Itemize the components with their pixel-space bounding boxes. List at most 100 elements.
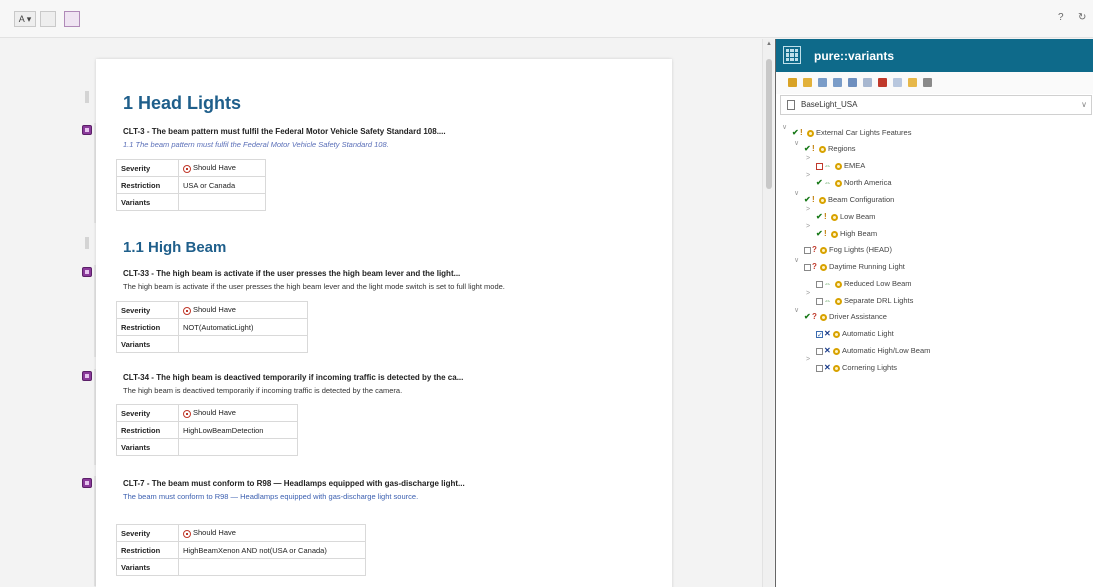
expand-arrow-icon[interactable]: >	[806, 206, 810, 213]
open-folder-icon[interactable]	[788, 78, 797, 87]
feature-icon	[831, 230, 838, 238]
drag-handle-icon[interactable]	[85, 91, 89, 103]
window-icon[interactable]	[923, 78, 932, 87]
requirement-title[interactable]: CLT-34 - The high beam is deactived temp…	[123, 373, 463, 382]
variants-label: Variants	[116, 558, 179, 576]
editor-scrollbar[interactable]: ▲	[762, 39, 774, 587]
attribute-table: Severity Should Have Restriction NOT(Autom…	[116, 301, 308, 353]
restriction-label: Restriction	[116, 421, 179, 439]
variants-value[interactable]	[178, 558, 366, 576]
attribute-table: Severity Should Have Restriction HighLowBe…	[116, 404, 298, 456]
restriction-label: Restriction	[116, 176, 179, 194]
tree-node-beam-configuration[interactable]: ✔! Beam Configuration	[804, 192, 894, 208]
feature-icon	[819, 196, 826, 204]
requirement-icon[interactable]	[82, 371, 92, 381]
collapse-icon[interactable]	[833, 78, 842, 87]
severity-value[interactable]: Should Have	[178, 159, 266, 177]
tree-node-external-car-lights-features[interactable]: ✔! External Car Lights Features	[792, 125, 911, 141]
validate-icon[interactable]	[878, 78, 887, 87]
tree-node-regions[interactable]: ✔! Regions	[804, 141, 856, 157]
requirement-description: The beam must conform to R98 — Headlamps…	[123, 492, 419, 501]
severity-label: Severity	[116, 524, 179, 542]
expand-arrow-icon[interactable]: >	[806, 356, 810, 363]
feature-icon	[819, 145, 826, 153]
feature-icon	[835, 297, 842, 305]
light-icon[interactable]	[908, 78, 917, 87]
help-button[interactable]: ?	[1058, 12, 1064, 23]
feature-icon	[833, 330, 840, 338]
expand-icon[interactable]	[818, 78, 827, 87]
filter-icon[interactable]	[848, 78, 857, 87]
feature-icon	[807, 129, 814, 137]
tree-node-reduced-low-beam[interactable]: ⇔ Reduced Low Beam	[816, 276, 912, 292]
expand-arrow-icon[interactable]: >	[806, 172, 810, 179]
document-icon	[787, 100, 795, 110]
tree-node-fog-lights[interactable]: ? Fog Lights (HEAD)	[804, 242, 892, 258]
expand-arrow-icon[interactable]: ∨	[794, 256, 799, 264]
tree-node-driver-assistance[interactable]: ✔? Driver Assistance	[804, 309, 887, 325]
feature-icon	[831, 213, 838, 221]
requirement-icon-button[interactable]	[64, 11, 80, 27]
expand-arrow-icon[interactable]: ∨	[794, 189, 799, 197]
severity-icon	[183, 409, 191, 418]
feature-icon	[835, 162, 842, 170]
expand-arrow-icon[interactable]: >	[806, 155, 810, 162]
restriction-value[interactable]: HighLowBeamDetection	[178, 421, 298, 439]
feature-icon	[820, 246, 827, 254]
tree-node-north-america[interactable]: ✔⇔ North America	[816, 175, 892, 191]
attribute-table: Severity Should Have Restriction HighBeamX…	[116, 524, 366, 576]
expand-arrow-icon[interactable]: ∨	[794, 139, 799, 147]
chevron-down-icon[interactable]: ∨	[1081, 96, 1087, 114]
document-page: 1 Head Lights CLT-3 - The beam pattern m…	[96, 59, 672, 587]
requirement-title[interactable]: CLT-33 - The high beam is activate if th…	[123, 269, 460, 278]
scroll-up-icon[interactable]: ▲	[766, 41, 772, 47]
tree-node-daytime-running-light[interactable]: ? Daytime Running Light	[804, 259, 905, 275]
edit-icon[interactable]	[803, 78, 812, 87]
requirement-icon[interactable]	[82, 267, 92, 277]
variants-value[interactable]	[178, 438, 298, 456]
expand-arrow-icon[interactable]: >	[806, 290, 810, 297]
tree-node-automatic-high-low-beam[interactable]: ✕ Automatic High/Low Beam	[816, 343, 930, 359]
model-select[interactable]: BaseLight_USA ∨	[780, 95, 1092, 115]
variants-value[interactable]	[178, 335, 308, 353]
font-size-button[interactable]: A ▾	[14, 11, 36, 27]
severity-value[interactable]: Should Have	[178, 404, 298, 422]
link-icon[interactable]	[893, 78, 902, 87]
requirement-title[interactable]: CLT-7 - The beam must conform to R98 — H…	[123, 479, 465, 488]
top-toolbar: A ▾ ? ↻	[0, 0, 1093, 38]
feature-icon	[833, 347, 840, 355]
restriction-label: Restriction	[116, 541, 179, 559]
requirement-icon[interactable]	[82, 125, 92, 135]
tree-node-emea[interactable]: ⇔ EMEA	[816, 158, 865, 174]
panel-title: pure::variants	[814, 49, 895, 63]
severity-value[interactable]: Should Have	[178, 524, 366, 542]
drag-handle-icon[interactable]	[85, 237, 89, 249]
restriction-value[interactable]: USA or Canada	[178, 176, 266, 194]
tree-node-cornering-lights[interactable]: ✕ Cornering Lights	[816, 360, 897, 376]
expand-arrow-icon[interactable]: ∨	[794, 306, 799, 314]
tree-node-low-beam[interactable]: ✔! Low Beam	[816, 209, 875, 225]
table-icon[interactable]	[863, 78, 872, 87]
requirement-icon[interactable]	[82, 478, 92, 488]
tree-node-high-beam[interactable]: ✔! High Beam	[816, 226, 877, 242]
severity-label: Severity	[116, 404, 179, 422]
tree-node-automatic-light[interactable]: ✕Automatic Light	[816, 326, 894, 344]
layout-button[interactable]	[40, 11, 56, 27]
tree-node-separate-drl-lights[interactable]: ⇔ Separate DRL Lights	[816, 293, 913, 309]
feature-icon	[835, 179, 842, 187]
pure-variants-logo-icon	[783, 46, 801, 64]
severity-icon	[183, 306, 191, 315]
expand-arrow-icon[interactable]: ∨	[782, 123, 787, 131]
requirement-title[interactable]: CLT-3 - The beam pattern must fulfil the…	[123, 127, 446, 136]
refresh-button[interactable]: ↻	[1078, 12, 1086, 23]
variants-value[interactable]	[178, 193, 266, 211]
feature-icon	[820, 263, 827, 271]
restriction-value[interactable]: NOT(AutomaticLight)	[178, 318, 308, 336]
restriction-value[interactable]: HighBeamXenon AND not(USA or Canada)	[178, 541, 366, 559]
expand-arrow-icon[interactable]: >	[806, 223, 810, 230]
severity-value[interactable]: Should Have	[178, 301, 308, 319]
requirement-description: The high beam is deactived temporarily i…	[123, 386, 403, 395]
scrollbar-thumb[interactable]	[766, 59, 772, 189]
panel-toolbar	[776, 72, 1093, 94]
section-heading-2: 1.1 High Beam	[123, 239, 227, 256]
